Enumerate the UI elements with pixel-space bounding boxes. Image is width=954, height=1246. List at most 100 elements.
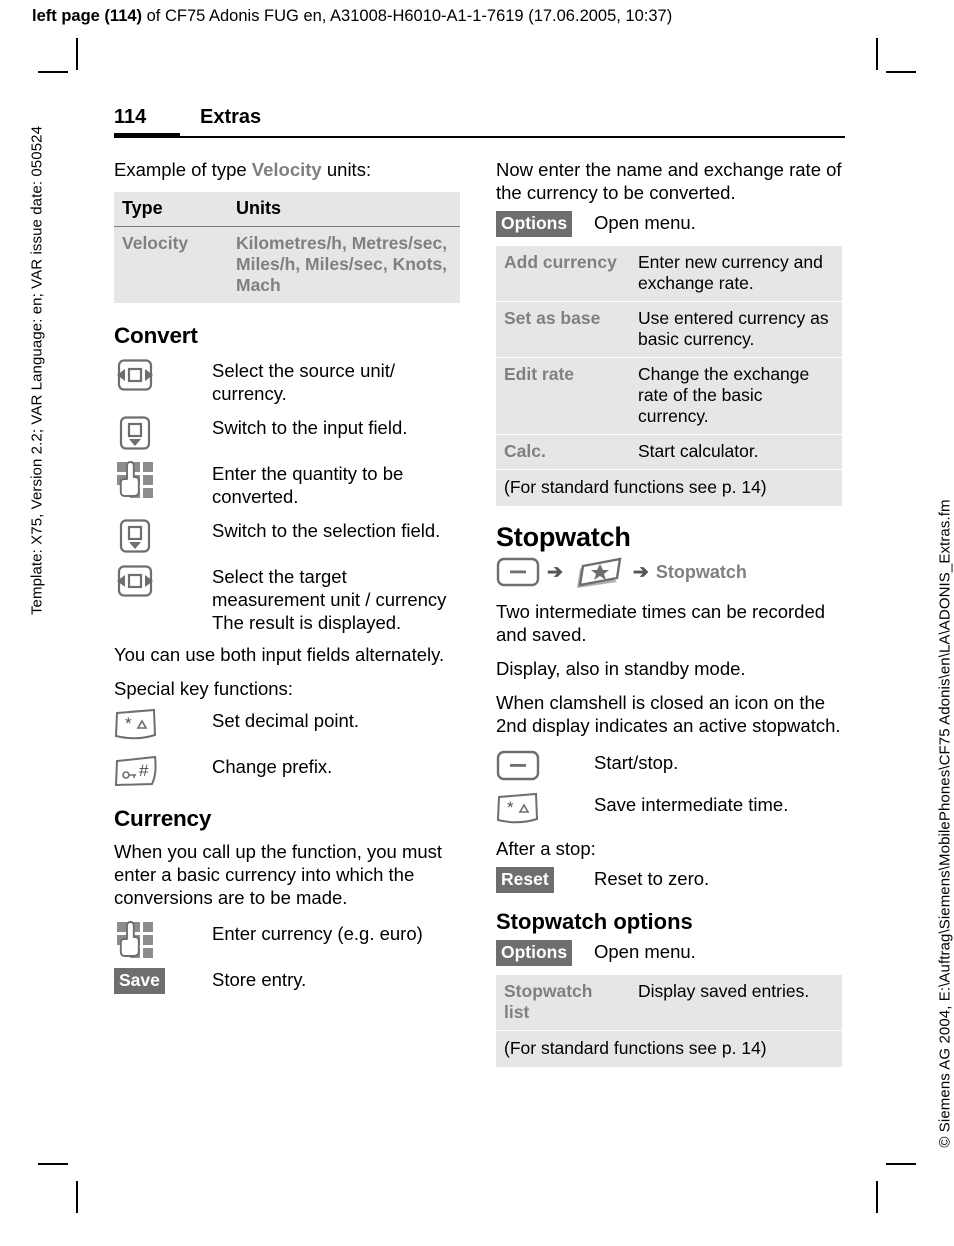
table-row: Stopwatch list Display saved entries. [496, 975, 842, 1031]
stopwatch-options-table: Stopwatch list Display saved entries. (F… [496, 975, 842, 1067]
table-note-row: (For standard functions see p. 14) [496, 469, 842, 506]
print-header: left page (114) of CF75 Adonis FUG en, A… [32, 6, 922, 26]
option-value: Enter new currency and exchange rate. [630, 246, 842, 302]
table-row: Set as base Use entered currency as basi… [496, 301, 842, 358]
crop-mark-top-left-vertical [76, 38, 78, 70]
option-value: Start calculator. [630, 434, 842, 470]
currency-text: When you call up the function, you must … [114, 841, 443, 908]
options-step-text: Open menu. [594, 212, 696, 233]
currency-step: Enter currency (e.g. euro) [114, 920, 462, 959]
option-key: Calc. [496, 434, 630, 470]
stopwatch-key-row: Start/stop. [496, 749, 844, 782]
save-step-text: Store entry. [212, 969, 307, 990]
alternately-note: You can use both input fields alternatel… [114, 644, 445, 665]
nav-key-down-icon [114, 517, 212, 554]
template-side-note: Template: X75, Version 2.2; VAR Language… [28, 125, 46, 616]
crop-mark-bottom-left-vertical [76, 1181, 78, 1213]
velocity-units-table: Type Units Velocity Kilometres/h, Metres… [114, 192, 460, 303]
softkey-menu-icon [496, 557, 540, 587]
path-arrow-icon-2: ➔ [632, 561, 649, 583]
table-note: (For standard functions see p. 14) [496, 1030, 842, 1067]
velocity-intro-prefix: Example of type [114, 159, 252, 180]
reset-softkey[interactable]: Reset [496, 867, 554, 893]
special-key-row: # Change prefix. [114, 753, 462, 790]
print-header-rest: of CF75 Adonis FUG en, A31008-H6010-A1-1… [142, 7, 673, 25]
cell-type: Velocity [114, 226, 228, 303]
keypad-hand-icon [114, 460, 212, 499]
star-key-icon: * [114, 707, 212, 744]
velocity-intro-suffix: units: [321, 159, 372, 180]
crop-mark-top-right-vertical [876, 38, 878, 70]
option-key: Set as base [496, 301, 630, 358]
path-arrow-icon: ➔ [547, 561, 563, 583]
stopwatch-key-row: * Save intermediate time. [496, 791, 844, 828]
table-row: Velocity Kilometres/h, Metres/sec, Miles… [114, 226, 460, 303]
convert-step-text: Switch to the selection field. [212, 520, 441, 541]
manual-page: left page (114) of CF75 Adonis FUG en, A… [0, 0, 954, 1246]
option-value: Change the exchange rate of the basic cu… [630, 357, 842, 435]
stopwatch-options-heading: Stopwatch options [496, 909, 693, 934]
convert-step-text: Enter the quantity to be converted. [212, 463, 404, 507]
hash-key-icon: # [114, 753, 212, 790]
option-value: Use entered currency as basic currency. [630, 301, 842, 358]
convert-step-text: Switch to the input field. [212, 417, 408, 438]
convert-step-text: Select the target measurement unit / cur… [212, 566, 447, 633]
svg-text:*: * [125, 714, 132, 733]
extras-star-card-icon [570, 556, 626, 588]
save-step: Save Store entry. [114, 968, 462, 994]
svg-text:*: * [507, 798, 514, 817]
crop-mark-bottom-left-horizontal [38, 1163, 68, 1165]
after-stop-label: After a stop: [496, 838, 596, 859]
option-value: Display saved entries. [630, 975, 842, 1031]
page-section-title: Extras [200, 106, 262, 128]
copyright-side-note: © Siemens AG 2004, E:\Auftrag\Siemens\Mo… [936, 499, 954, 1148]
options-step: Options Open menu. [496, 211, 844, 237]
table-row: Edit rate Change the exchange rate of th… [496, 357, 842, 435]
option-key: Edit rate [496, 357, 630, 435]
special-key-row: * Set decimal point. [114, 707, 462, 744]
currency-entry-intro: Now enter the name and exchange rate of … [496, 159, 842, 203]
currency-options-table: Add currency Enter new currency and exch… [496, 246, 842, 506]
crop-mark-bottom-right-vertical [876, 1181, 878, 1213]
column-header-type: Type [114, 192, 228, 227]
sw-options-step-text: Open menu. [594, 941, 696, 962]
page-number: 114 [114, 106, 147, 128]
table-note-row: (For standard functions see p. 14) [496, 1030, 842, 1067]
option-key: Stopwatch list [496, 975, 630, 1031]
convert-step-text: Select the source unit/ currency. [212, 360, 396, 404]
currency-step-text: Enter currency (e.g. euro) [212, 923, 423, 944]
stopwatch-heading: Stopwatch [496, 522, 631, 552]
svg-text:#: # [139, 761, 149, 780]
stopwatch-paragraph: When clamshell is closed an icon on the … [496, 692, 841, 736]
path-target-label: Stopwatch [655, 561, 747, 582]
convert-step: Switch to the input field. [114, 414, 462, 451]
stopwatch-nav-path: ➔ ➔ Stopwatch [496, 556, 844, 588]
stopwatch-paragraph: Display, also in standby mode. [496, 658, 746, 679]
convert-step: Select the source unit/ currency. [114, 357, 462, 405]
print-header-bold: left page (114) [32, 7, 143, 25]
table-header-row: Type Units [114, 192, 460, 227]
velocity-intro-highlight: Velocity [251, 159, 322, 180]
cell-units: Kilometres/h, Metres/sec, Miles/h, Miles… [228, 226, 460, 303]
stopwatch-key-text: Save intermediate time. [594, 794, 789, 815]
options-softkey[interactable]: Options [496, 211, 573, 237]
convert-step: Enter the quantity to be converted. [114, 460, 462, 508]
table-row: Add currency Enter new currency and exch… [496, 246, 842, 302]
convert-step: Select the target measurement unit / cur… [114, 563, 462, 634]
table-note: (For standard functions see p. 14) [496, 469, 842, 506]
sw-options-softkey[interactable]: Options [496, 940, 573, 966]
convert-heading: Convert [114, 323, 198, 348]
option-key: Add currency [496, 246, 630, 302]
reset-step-text: Reset to zero. [594, 868, 710, 889]
nav-key-down-icon [114, 414, 212, 451]
column-header-units: Units [228, 192, 460, 227]
star-key-icon: * [496, 791, 594, 828]
reset-step: Reset Reset to zero. [496, 867, 844, 893]
stopwatch-key-text: Start/stop. [594, 752, 679, 773]
special-keys-label: Special key functions: [114, 678, 293, 699]
crop-mark-top-right-horizontal [886, 71, 916, 73]
header-rule-thick [114, 133, 180, 138]
save-softkey[interactable]: Save [114, 968, 165, 994]
header-rule-thin [180, 136, 845, 138]
softkey-menu-icon [496, 749, 594, 782]
